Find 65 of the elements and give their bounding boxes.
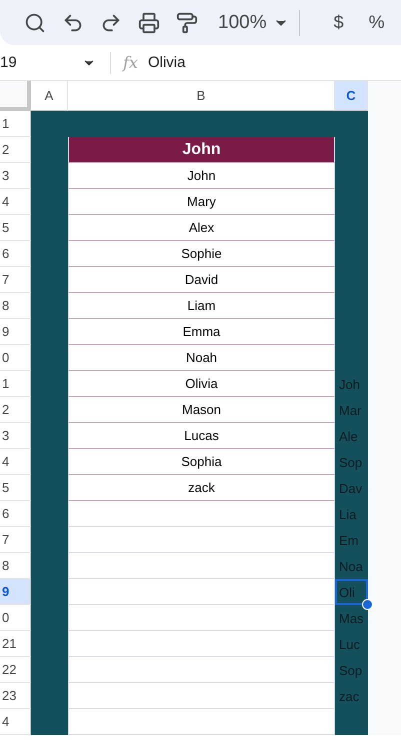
row-header[interactable]: 2 [0,137,31,163]
row-header[interactable]: 0 [0,605,31,631]
table-cell: Mar [335,397,368,423]
column-header[interactable]: B [68,81,335,111]
table-cell: Sop [335,449,368,475]
header-cell: John [68,137,335,163]
function-label: fx [123,53,138,72]
table-cell: Mary [68,189,335,215]
format-button[interactable]: $ [320,12,358,33]
row-header[interactable]: 6 [0,241,31,267]
table-cell: Noa [335,553,368,579]
format-button[interactable]: % [358,12,396,33]
row-header[interactable]: 1 [0,371,31,397]
table-cell: Ale [335,423,368,449]
selected-cell: Oli [335,579,368,605]
table-cell: John [68,163,335,189]
table-cell: Sophie [68,241,335,267]
formula-field[interactable]: Olivia [148,54,186,71]
row-header[interactable]: 5 [0,215,31,241]
row-header[interactable]: 7 [0,527,31,553]
column-header[interactable]: C [335,81,368,111]
row-header[interactable]: 7 [0,267,31,293]
name-box[interactable]: 19 [0,54,102,71]
table-cell: Mas [335,605,368,631]
table-cell: Emma [68,319,335,345]
row-header[interactable]: 3 [0,163,31,189]
table-cell: Mason [68,397,335,423]
row-header[interactable]: 4 [0,189,31,215]
table-cell: Alex [68,215,335,241]
row-header[interactable]: 6 [0,501,31,527]
table-cell: Liam [68,293,335,319]
row-header[interactable]: 8 [0,553,31,579]
table-cell: Noah [68,345,335,371]
row-header[interactable]: 1 [0,111,31,137]
table-cell: David [68,267,335,293]
table-cell: Lia [335,501,368,527]
row-header[interactable]: 22 [0,657,31,683]
printer-icon [138,12,160,34]
table-cell: Sophia [68,449,335,475]
table-cell: zack [68,475,335,501]
row-header[interactable]: 0 [0,345,31,371]
table-cell: Joh [335,371,368,397]
zoom-select[interactable]: 100% [206,12,273,34]
row-header[interactable]: 23 [0,683,31,709]
table-cell: zac [335,683,368,709]
table-cell: Em [335,527,368,553]
table-cell: Lucas [68,423,335,449]
column-header[interactable]: A [31,81,68,111]
table-cell: Dav [335,475,368,501]
table-cell: Luc [335,631,368,657]
row-header[interactable]: 8 [0,293,31,319]
search-icon [24,12,46,34]
row-header[interactable]: 3 [0,423,31,449]
row-header[interactable]: 4 [0,449,31,475]
row-header[interactable]: 4 [0,709,31,735]
table-cell: Olivia [68,371,335,397]
redo-icon [100,12,122,34]
undo-icon [62,12,84,34]
row-header[interactable]: 9 [0,319,31,345]
row-header[interactable]: 21 [0,631,31,657]
row-header[interactable]: 5 [0,475,31,501]
paint-roller-icon [176,12,198,34]
row-header[interactable]: 2 [0,397,31,423]
table-cell: Sop [335,657,368,683]
row-header[interactable]: 9 [0,579,31,605]
